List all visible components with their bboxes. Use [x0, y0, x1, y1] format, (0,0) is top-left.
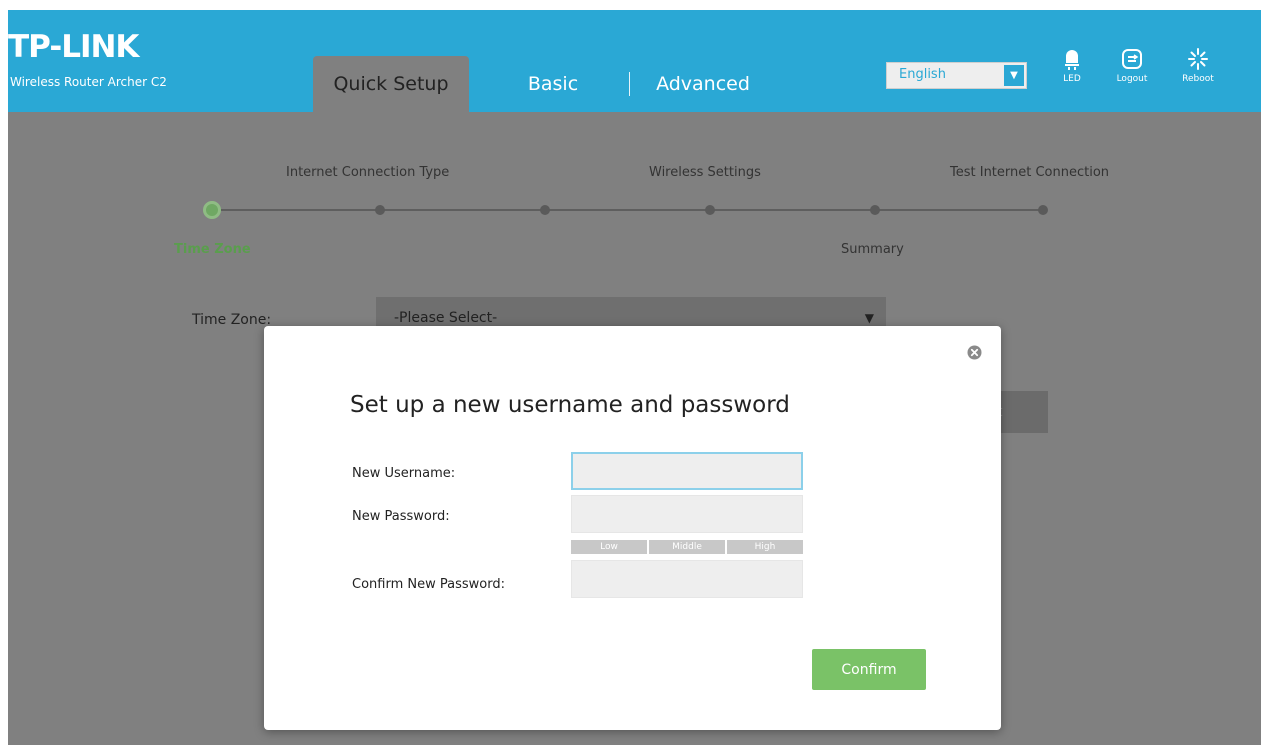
confirm-button[interactable]: Confirm: [812, 649, 926, 690]
tab-label: Basic: [527, 73, 579, 95]
page-backdrop: TP-LINK Wireless Router Archer C2 Quick …: [8, 10, 1261, 745]
logout-label: Logout: [1116, 74, 1148, 84]
led-label: LED: [1063, 74, 1081, 84]
step-test-internet-connection: Test Internet Connection: [950, 165, 1110, 180]
progress-dot: [870, 205, 880, 215]
tab-basic[interactable]: Basic: [513, 56, 593, 112]
brand-logo: TP-LINK: [8, 29, 139, 65]
header-bar: TP-LINK Wireless Router Archer C2 Quick …: [8, 10, 1261, 112]
credentials-dialog: Set up a new username and password New U…: [264, 326, 1001, 730]
language-select[interactable]: English ▼: [886, 62, 1027, 89]
new-password-label: New Password:: [352, 509, 450, 524]
step-summary: Summary: [841, 242, 904, 257]
strength-low: Low: [571, 540, 647, 554]
strength-high: High: [727, 540, 803, 554]
tab-label: Advanced: [656, 73, 750, 95]
tab-label: Quick Setup: [333, 73, 449, 95]
tab-quick-setup[interactable]: Quick Setup: [313, 56, 469, 112]
led-icon: [1052, 47, 1092, 73]
step-internet-connection-type: Internet Connection Type: [286, 165, 450, 180]
reboot-label: Reboot: [1182, 74, 1214, 84]
logout-icon: [1112, 47, 1152, 73]
led-button[interactable]: LED: [1052, 47, 1092, 85]
progress-track: [212, 209, 1045, 211]
dialog-title: Set up a new username and password: [350, 392, 790, 418]
progress-dot: [375, 205, 385, 215]
language-selected: English: [899, 67, 946, 82]
time-zone-label: Time Zone:: [192, 312, 272, 328]
chevron-down-icon: ▼: [1004, 65, 1024, 86]
tab-divider: [629, 72, 630, 96]
strength-middle: Middle: [649, 540, 725, 554]
tab-advanced[interactable]: Advanced: [648, 56, 758, 112]
reboot-icon: [1178, 47, 1218, 73]
confirm-password-input[interactable]: [571, 560, 803, 598]
confirm-password-label: Confirm New Password:: [352, 577, 505, 592]
step-wireless-settings: Wireless Settings: [649, 165, 761, 180]
logout-button[interactable]: Logout: [1112, 47, 1152, 85]
progress-dot-active: [203, 201, 221, 219]
close-icon[interactable]: [967, 345, 982, 360]
new-username-label: New Username:: [352, 466, 456, 481]
password-strength-meter: Low Middle High: [571, 540, 803, 554]
time-zone-placeholder: -Please Select-: [394, 310, 498, 326]
reboot-button[interactable]: Reboot: [1178, 47, 1218, 85]
step-time-zone: Time Zone: [174, 242, 251, 257]
new-username-input[interactable]: [571, 452, 803, 490]
triangle-down-icon: ▼: [864, 311, 874, 325]
progress-dot: [540, 205, 550, 215]
router-model: Wireless Router Archer C2: [10, 75, 167, 89]
new-password-input[interactable]: [571, 495, 803, 533]
progress-dot: [1038, 205, 1048, 215]
progress-dot: [705, 205, 715, 215]
